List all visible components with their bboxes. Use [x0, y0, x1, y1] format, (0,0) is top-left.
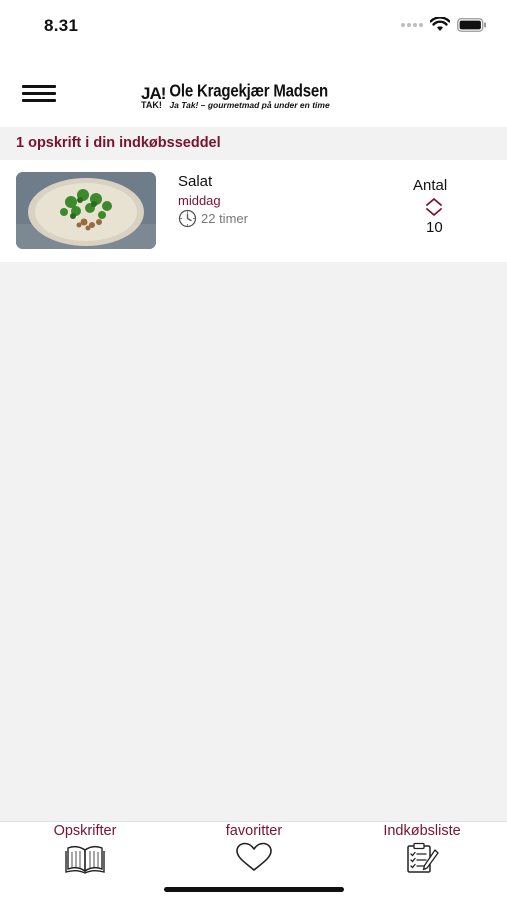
shopping-list-item[interactable]: Salat middag 22 timer Antal 10	[0, 160, 507, 262]
heart-icon	[236, 842, 272, 871]
battery-icon	[457, 17, 486, 32]
logo-wordmark: Ole Kragekjær Madsen Ja Tak! – gourmetma…	[169, 81, 330, 111]
tab-indkobsliste-label: Indkøbsliste	[383, 823, 461, 839]
menu-bar-line	[22, 85, 56, 88]
app-logo: JA! TAK! Ole Kragekjær Madsen Ja Tak! – …	[141, 81, 330, 113]
logo-name: Ole Kragekjær Madsen	[169, 81, 328, 102]
app-header: JA! TAK! Ole Kragekjær Madsen Ja Tak! – …	[0, 55, 507, 127]
menu-bar-line	[22, 92, 56, 95]
tab-opskrifter[interactable]: Opskrifter	[25, 822, 145, 874]
tab-favoritter-label: favoritter	[225, 823, 283, 839]
home-indicator[interactable]	[164, 887, 344, 892]
clock-icon	[178, 209, 197, 228]
status-time: 8.31	[44, 16, 79, 35]
recipe-category: middag	[178, 193, 221, 208]
quantity-value[interactable]: 10	[426, 219, 443, 236]
tab-opskrifter-label: Opskrifter	[53, 823, 117, 839]
quantity-stepper-icon[interactable]	[424, 197, 444, 217]
logo-tak-text: TAK!	[141, 99, 162, 110]
status-bar: 8.31	[0, 0, 507, 55]
shopping-list-summary-bar: 1 opskrift i din indkøbsseddel	[0, 127, 507, 159]
logo-tagline: Ja Tak! – gourmetmad på under en time	[169, 100, 330, 111]
shopping-list-summary: 1 opskrift i din indkøbsseddel	[16, 135, 221, 151]
salad-photo	[16, 172, 156, 249]
logo-ja-text: JA!	[141, 83, 166, 103]
logo-ja-mark: JA! TAK!	[141, 83, 166, 110]
recipe-time: 22 timer	[178, 209, 248, 228]
status-icons	[401, 17, 487, 32]
recipe-thumbnail[interactable]	[16, 172, 156, 249]
menu-bar-line	[22, 99, 56, 102]
tab-indkobsliste[interactable]: Indkøbsliste	[362, 822, 482, 874]
hamburger-menu-button[interactable]	[22, 85, 56, 105]
recipe-title[interactable]: Salat	[178, 173, 212, 190]
quantity-label: Antal	[413, 177, 448, 194]
recipe-time-text: 22 timer	[201, 211, 248, 226]
checklist-icon	[407, 842, 439, 873]
cellular-signal-icon	[401, 22, 423, 27]
book-icon	[65, 845, 105, 874]
wifi-icon	[430, 17, 450, 31]
tab-favoritter[interactable]: favoritter	[194, 822, 314, 872]
